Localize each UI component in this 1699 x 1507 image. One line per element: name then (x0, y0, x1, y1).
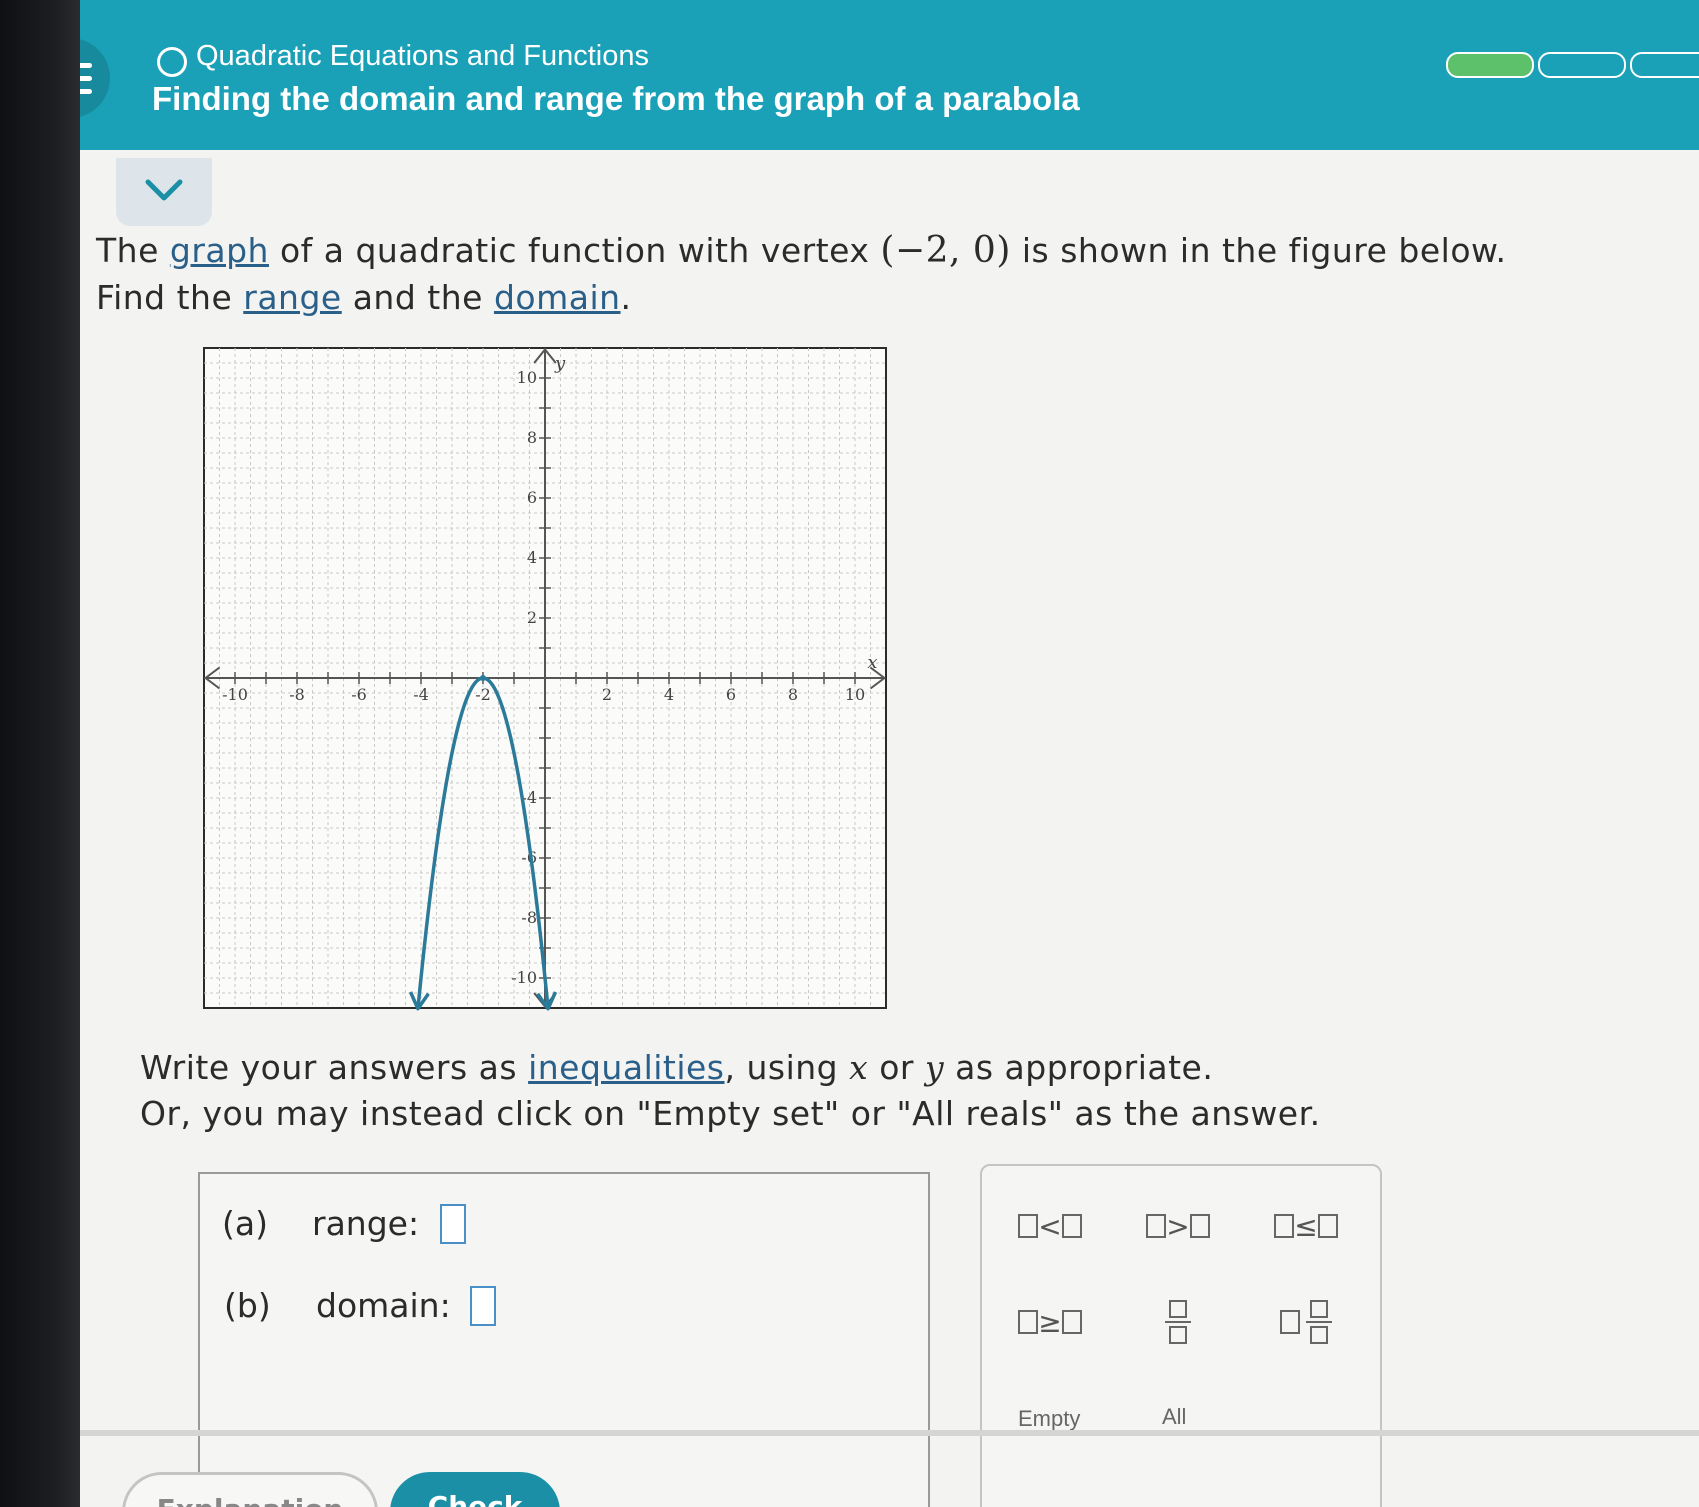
greater-than-key[interactable]: > (1128, 1206, 1228, 1246)
answer-box: (a) range: (b) domain: (198, 1172, 930, 1507)
footer-divider (80, 1430, 1699, 1436)
range-label: range: (312, 1204, 420, 1243)
range-input[interactable] (440, 1204, 466, 1244)
lesson-title: Finding the domain and range from the gr… (152, 80, 1080, 117)
vertex-point (480, 675, 486, 681)
chevron-down-icon (145, 179, 183, 201)
instruction-line-2: Or, you may instead click on "Empty set"… (140, 1094, 1321, 1133)
all-reals-button[interactable]: All (1162, 1404, 1186, 1430)
topic-title: Quadratic Equations and Functions (196, 40, 649, 72)
header-bar: Quadratic Equations and Functions Findin… (0, 0, 1699, 150)
x-axis-label: x (867, 652, 877, 673)
screen: Quadratic Equations and Functions Findin… (0, 0, 1699, 1507)
x-tick-label: -10 (222, 685, 248, 704)
x-tick-label: -6 (351, 685, 367, 704)
graph-svg: -10 -8 -6 -4 -2 2 4 6 8 10108642-4-6-8-10xy (203, 347, 887, 1011)
y-tick-label: 10 (517, 368, 537, 387)
y-tick-label: 2 (527, 608, 537, 627)
less-than-key[interactable]: < (1000, 1206, 1100, 1246)
vertex-value: (−2, 0) (880, 230, 1011, 271)
x-tick-label: 2 (602, 685, 612, 704)
graph-link[interactable]: graph (170, 231, 269, 270)
check-button[interactable]: Check (390, 1472, 560, 1507)
x-tick-label: 8 (788, 685, 798, 704)
x-tick-label: 10 (845, 685, 865, 704)
math-keypad: < > ≤ ≥ Empty All (980, 1164, 1382, 1507)
greater-equal-key[interactable]: ≥ (1000, 1302, 1100, 1342)
x-tick-label: 6 (726, 685, 736, 704)
empty-set-button[interactable]: Empty (1018, 1406, 1080, 1432)
y-tick-label: -10 (511, 968, 537, 987)
progress-segment (1538, 52, 1626, 78)
x-tick-label: -8 (289, 685, 305, 704)
range-link[interactable]: range (243, 278, 341, 317)
y-tick-label: 8 (527, 428, 537, 447)
y-tick-label: -8 (521, 908, 537, 927)
y-axis-label: y (554, 353, 566, 374)
question-line-2: Find the range and the domain. (96, 278, 632, 317)
part-a-label: (a) (222, 1204, 268, 1243)
y-tick-label: 4 (527, 548, 537, 567)
domain-label: domain: (316, 1286, 451, 1325)
collapse-toggle[interactable] (116, 158, 212, 226)
explanation-button[interactable]: Explanation (122, 1472, 378, 1507)
x-tick-label: 4 (664, 685, 674, 704)
mixed-number-key[interactable] (1256, 1292, 1356, 1352)
parabola-graph: -10 -8 -6 -4 -2 2 4 6 8 10 10 8 6 4 2 -4 -6 -8 -10 x y (196, 340, 894, 1016)
fraction-key[interactable] (1128, 1292, 1228, 1352)
progress-bar (1446, 52, 1699, 78)
progress-segment (1630, 52, 1699, 78)
less-equal-key[interactable]: ≤ (1256, 1206, 1356, 1246)
y-tick-label: 6 (527, 488, 537, 507)
domain-link[interactable]: domain (494, 278, 621, 317)
x-tick-label: -2 (475, 685, 491, 704)
part-b-label: (b) (224, 1286, 271, 1325)
question-line-1: The graph of a quadratic function with v… (96, 230, 1507, 271)
monitor-bezel (0, 0, 80, 1507)
domain-input[interactable] (470, 1286, 496, 1326)
x-tick-label: -4 (413, 685, 429, 704)
progress-segment-filled (1446, 52, 1534, 78)
topic-circle-icon (157, 47, 187, 77)
question-area: The graph of a quadratic function with v… (80, 150, 1699, 1507)
instruction-line-1: Write your answers as inequalities, usin… (140, 1048, 1214, 1087)
inequalities-link[interactable]: inequalities (528, 1048, 724, 1087)
